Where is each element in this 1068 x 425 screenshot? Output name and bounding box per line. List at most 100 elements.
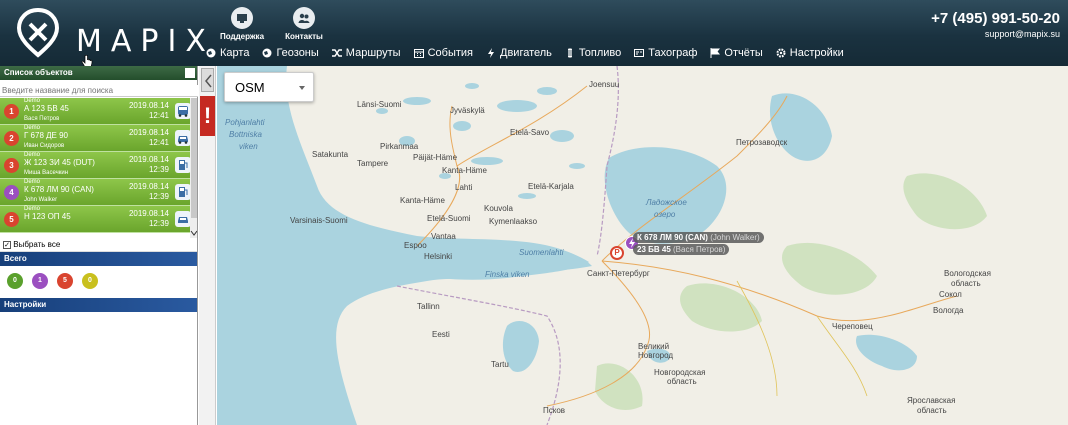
map-view[interactable]: OSM Joensuu Lānsi-Suomi Jyväskylä Pohjanlah… — [217, 66, 1068, 425]
vehicle-tag[interactable]: К 678 ЛМ 90 (CAN) (John Walker) — [633, 232, 764, 243]
vehicle-time: 12:39 — [148, 165, 169, 174]
vehicle-list: 1 Demo А 123 БВ 45 Вася Петров 2019.08.1… — [0, 98, 197, 238]
nav-map[interactable]: Карта — [206, 47, 249, 59]
vehicle-time: 12:39 — [148, 219, 169, 228]
map-label: Сокол — [939, 290, 962, 299]
vehicle-row[interactable]: 2 Demo Г 678 ДЕ 90 Иван Сидоров 2019.08.… — [0, 125, 197, 152]
logo-icon — [16, 7, 60, 58]
object-search-input[interactable] — [0, 85, 198, 97]
car-icon — [175, 130, 191, 146]
map-label: Satakunta — [312, 150, 349, 159]
map-label: Suomenlahti — [519, 248, 564, 257]
map-label: Tallinn — [417, 302, 440, 311]
map-label: Bottniska — [229, 130, 262, 139]
map-label: Петрозаводск — [736, 138, 788, 147]
chevron-down-icon[interactable] — [190, 230, 197, 236]
map-label: Kymenlaakso — [489, 217, 538, 226]
logo-text: MAPIX — [76, 24, 215, 59]
contacts-icon — [293, 7, 315, 29]
list-checkbox[interactable] — [185, 68, 195, 78]
map-label: Kanta-Häme — [400, 196, 445, 205]
nav-tachograph[interactable]: Тахограф — [634, 47, 697, 59]
map-label: Joensuu — [589, 80, 620, 89]
vehicle-number-badge: 1 — [4, 104, 19, 119]
map-label: область — [917, 406, 947, 415]
map-label: Ладожское — [646, 198, 687, 207]
nav-fuel[interactable]: Топливо — [565, 47, 621, 59]
vehicle-row[interactable]: 3 Demo Ж 123 ЗИ 45 (DUT) Миша Васечкин 2… — [0, 152, 197, 179]
map-label: viken — [239, 142, 258, 151]
vehicle-row[interactable]: 5 Demo Н 123 ОП 45 2019.08.14 12:39 — [0, 206, 197, 233]
map-label: Великий — [638, 342, 670, 351]
contacts-label: Контакты — [285, 32, 323, 41]
vehicle-date: 2019.08.14 — [128, 155, 169, 164]
map-label: Новгород — [638, 351, 674, 360]
map-layer-select[interactable]: OSM — [224, 72, 314, 102]
map-label: область — [667, 377, 697, 386]
shuffle-icon — [331, 49, 342, 57]
alert-icon: ! — [203, 103, 212, 128]
vehicle-row[interactable]: 1 Demo А 123 БВ 45 Вася Петров 2019.08.1… — [0, 98, 197, 125]
map-label: Finska viken — [485, 270, 530, 279]
globe-icon — [262, 48, 272, 58]
map-label: Lānsi-Suomi — [357, 100, 402, 109]
vehicle-date: 2019.08.14 — [128, 182, 169, 191]
map-label: Вологда — [933, 306, 964, 315]
total-red-badge: 5 — [57, 273, 73, 289]
vehicle-tag[interactable]: 23 БВ 45 (Вася Петров) — [633, 244, 730, 255]
nav-settings[interactable]: Настройки — [776, 47, 844, 59]
vehicle-number-badge: 5 — [4, 212, 19, 227]
map-label: Etelä-Karjala — [528, 182, 574, 191]
app-window: MAPIX Поддержка Контакты +7 (495) 991-50… — [0, 0, 1068, 425]
map-label: Санкт-Петербург — [587, 269, 650, 278]
vehicle-plate: Г 678 ДЕ 90 — [24, 131, 68, 140]
settings-header[interactable]: Настройки — [0, 298, 197, 312]
map-label: Etelä-Suomi — [427, 214, 471, 223]
alert-button[interactable]: ! — [200, 96, 215, 136]
map-label: Новгородская — [654, 368, 706, 377]
vehicle-time: 12:41 — [148, 138, 169, 147]
map-label: Вологодская — [944, 269, 991, 278]
select-all-checkbox[interactable]: ✓ — [3, 241, 11, 249]
contacts-button[interactable]: Контакты — [276, 7, 332, 41]
vehicle-time: 12:39 — [148, 192, 169, 201]
nav-engine[interactable]: Двигатель — [486, 47, 552, 59]
map-label: Череповец — [832, 322, 873, 331]
map-label: Kouvola — [484, 204, 513, 213]
map-label: озеро — [654, 210, 676, 219]
gear-icon — [776, 48, 786, 58]
fuel-pump-icon — [175, 184, 191, 200]
map-label: Pohjanlahti — [225, 118, 265, 127]
map-label: Jyväskylä — [450, 106, 485, 115]
map-label: Pirkanmaa — [380, 142, 419, 151]
nav-reports[interactable]: Отчёты — [710, 47, 763, 59]
totals-panel: 0 1 5 0 — [0, 266, 197, 298]
vehicle-plate: Ж 123 ЗИ 45 (DUT) — [24, 158, 95, 167]
nav-events[interactable]: События — [413, 47, 473, 59]
main-nav: Карта Геозоны Маршруты События Двигатель… — [206, 47, 844, 59]
select-all-row[interactable]: ✓ Выбрать все — [0, 238, 197, 252]
parking-marker-icon[interactable]: P — [610, 246, 624, 260]
support-email[interactable]: support@mapix.su — [985, 29, 1060, 39]
collapse-sidebar-button[interactable] — [201, 68, 214, 92]
sidebar-tools: ! — [199, 66, 216, 425]
select-all-label: Выбрать все — [13, 240, 61, 249]
support-button[interactable]: Поддержка — [214, 7, 270, 41]
vehicle-row[interactable]: 4 Demo К 678 ЛМ 90 (CAN) John Walker 201… — [0, 179, 197, 206]
logo[interactable]: MAPIX — [14, 6, 206, 59]
map-label: Eesti — [432, 330, 450, 339]
map-label: Ярославская — [907, 396, 956, 405]
flag-icon — [710, 48, 721, 58]
vehicle-driver: Иван Сидоров — [24, 143, 65, 149]
nav-routes[interactable]: Маршруты — [331, 47, 401, 59]
vehicle-list-scrollbar[interactable] — [190, 98, 197, 238]
map-label: Espoo — [404, 241, 427, 250]
fuel-pump-icon — [175, 157, 191, 173]
totals-header[interactable]: Всего — [0, 252, 197, 266]
vehicle-time: 12:41 — [148, 111, 169, 120]
collapse-arrow-icon — [205, 74, 212, 88]
total-green-badge: 0 — [7, 273, 23, 289]
nav-geozones[interactable]: Геозоны — [262, 47, 319, 59]
vehicle-date: 2019.08.14 — [128, 101, 169, 110]
phone-number: +7 (495) 991-50-20 — [931, 10, 1060, 27]
